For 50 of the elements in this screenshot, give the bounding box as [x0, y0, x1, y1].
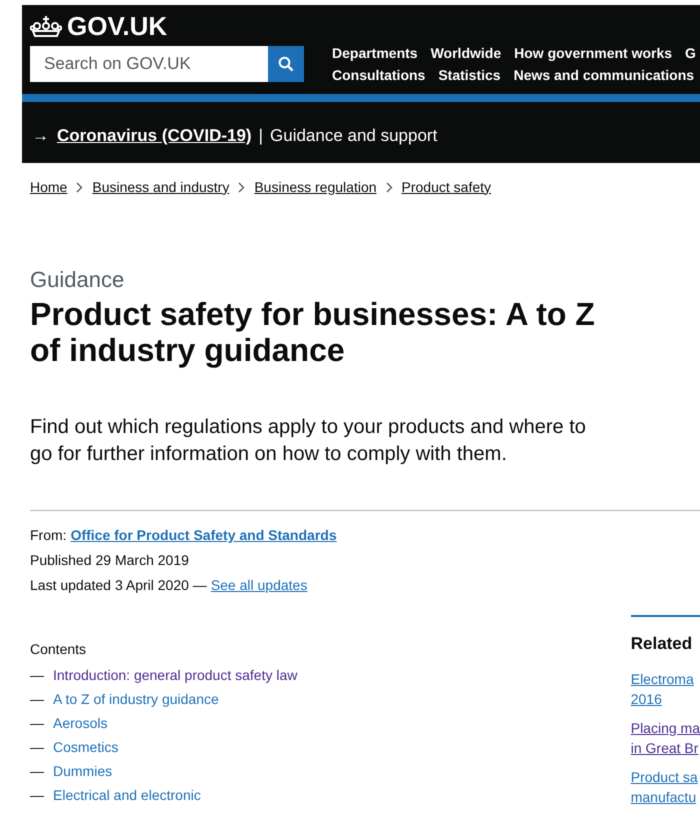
contents-link[interactable]: Introduction: general product safety law: [53, 665, 298, 685]
related-heading: Related: [630, 633, 694, 655]
nav-link[interactable]: Worldwide: [430, 44, 502, 62]
see-all-updates-link[interactable]: See all updates: [210, 573, 308, 597]
chevron-icon: [238, 182, 246, 192]
chevron-icon: [76, 182, 84, 192]
breadcrumb-link[interactable]: Business and industry: [92, 176, 230, 198]
contents-link[interactable]: Dummies: [53, 761, 112, 781]
nav-link[interactable]: How government works: [514, 44, 672, 62]
related-link[interactable]: Electroma 2016: [630, 668, 700, 708]
coronavirus-link[interactable]: Coronavirus (COVID-19): [57, 123, 252, 148]
from-label: From:: [30, 526, 67, 545]
dash: —: [30, 786, 45, 805]
dash: —: [30, 738, 45, 757]
breadcrumb-link[interactable]: Home: [30, 176, 68, 198]
nav-link[interactable]: G: [685, 44, 696, 62]
published-date: 29 March 2019: [96, 551, 189, 570]
dash: —: [30, 690, 45, 709]
crown-icon: [30, 15, 62, 37]
separator: |: [258, 125, 264, 147]
site-logo[interactable]: GOV.UK: [67, 13, 168, 39]
breadcrumb-link[interactable]: Business regulation: [254, 176, 377, 198]
related-link[interactable]: Placing ma in Great Br: [630, 718, 700, 758]
banner-text: Guidance and support: [270, 125, 438, 147]
search-icon: [278, 56, 294, 72]
nav-link[interactable]: News and communications: [514, 66, 694, 84]
organisation-link[interactable]: Office for Product Safety and Standards: [70, 523, 337, 547]
related-link[interactable]: Product sa manufactu: [630, 766, 700, 806]
breadcrumb-link[interactable]: Product safety: [402, 176, 492, 198]
contents-link[interactable]: Electrical and electronic: [53, 785, 201, 805]
dash: —: [30, 714, 45, 733]
updated-label: Last updated: [30, 576, 111, 595]
search-field[interactable]: Search on GOV.UK: [30, 46, 268, 82]
published-label: Published: [30, 551, 92, 570]
contents-link[interactable]: Aerosols: [53, 713, 108, 733]
arrow-icon: →: [32, 123, 49, 148]
contents-link[interactable]: Cosmetics: [53, 737, 118, 757]
updated-date: 3 April 2020 —: [114, 576, 207, 595]
nav-link[interactable]: Statistics: [438, 66, 501, 84]
search-button[interactable]: [268, 46, 304, 82]
dash: —: [30, 666, 45, 685]
dash: —: [30, 762, 45, 781]
chevron-icon: [386, 182, 393, 192]
page-caption: Guidance: [30, 266, 126, 294]
contents-link[interactable]: A to Z of industry guidance: [53, 689, 219, 709]
nav-link[interactable]: Consultations: [332, 66, 426, 84]
page-title: Product safety for businesses: A to Z of industry guidance: [30, 296, 596, 368]
nav-link[interactable]: Departments: [332, 44, 418, 62]
contents-heading: Contents: [30, 640, 88, 659]
lead-paragraph: Find out which regulations apply to your products and where to go for further information on how to comply with them.: [30, 415, 587, 467]
